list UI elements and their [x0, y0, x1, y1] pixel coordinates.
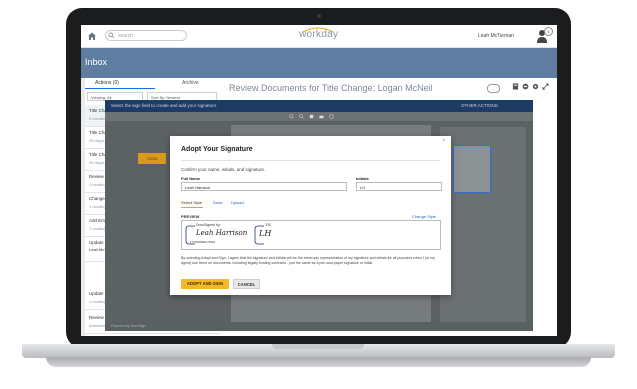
tab-draw[interactable]: Draw [213, 200, 222, 205]
modal-title: Adopt Your Signature [181, 146, 253, 153]
more-button[interactable]: ... [487, 84, 500, 93]
full-name-field[interactable]: Leah Harrison [181, 182, 347, 191]
page-title: Inbox [85, 57, 108, 67]
initials-label: Initials [356, 176, 369, 181]
viewer-toolbar [105, 112, 533, 121]
user-name[interactable]: Leah McTiernan [478, 33, 514, 39]
tab-upload[interactable]: Upload [231, 200, 244, 205]
close-icon[interactable]: × [442, 138, 446, 144]
powered-by: Powered by DocuSign [111, 324, 146, 328]
instruction-text: Select the sign field to create and add … [111, 103, 218, 108]
help-icon[interactable] [329, 114, 334, 119]
home-icon[interactable] [87, 31, 97, 41]
docusign-instruction-bar: Select the sign field to create and add … [105, 100, 533, 112]
search-input[interactable]: search [105, 30, 187, 41]
cancel-button[interactable]: CANCEL [233, 279, 260, 289]
legal-text: By selecting Adopt and Sign, I agree tha… [181, 256, 435, 265]
expand-icon[interactable] [542, 83, 549, 90]
full-name-label: Full Name [181, 176, 201, 181]
notification-badge[interactable]: 1 [544, 27, 553, 36]
ds-label: DS [266, 223, 271, 227]
preview-label: PREVIEW [181, 214, 200, 219]
other-actions-button[interactable]: OTHER ACTIONS [461, 103, 498, 108]
initials-script: LH [259, 229, 272, 238]
laptop-base-bottom [46, 357, 591, 367]
docusigned-by-label: DocuSigned by: [196, 223, 221, 227]
tab-actions[interactable]: Actions (0) [95, 80, 119, 86]
tab-select-style[interactable]: Select Style [181, 200, 202, 205]
print-icon[interactable] [319, 114, 324, 119]
page-thumbnail[interactable] [453, 145, 491, 193]
initials-field[interactable]: LH [356, 182, 442, 191]
download-icon[interactable] [309, 114, 314, 119]
adopt-and-sign-button[interactable]: ADOPT AND SIGN [181, 279, 229, 289]
zoom-out-icon[interactable] [299, 114, 304, 119]
laptop-notch [272, 344, 364, 349]
review-title: Review Documents for Title Change: Logan… [229, 83, 433, 93]
zoom-in-icon[interactable] [289, 114, 294, 119]
sign-tag[interactable]: SIGN [138, 153, 166, 164]
signature-script: Leah Harrison [196, 229, 248, 237]
modal-description: Confirm your name, initials, and signatu… [181, 167, 266, 172]
pdf-icon[interactable] [512, 83, 519, 90]
search-icon [108, 32, 115, 39]
app-header: search workday Leah McTiernan 1 [81, 25, 557, 48]
camera-icon [317, 14, 321, 18]
workday-logo: workday [299, 29, 339, 40]
active-tab-indicator [85, 88, 155, 89]
docusign-footer: Powered by DocuSign [105, 322, 533, 331]
gear-icon[interactable] [532, 83, 539, 90]
screen: search workday Leah McTiernan 1 Inbox Ac… [81, 25, 557, 336]
divider [181, 160, 440, 161]
change-style-link[interactable]: Change Style [412, 214, 436, 219]
active-tab-indicator [181, 207, 203, 208]
tab-archive[interactable]: Archive [182, 80, 199, 86]
adopt-signature-modal: × Adopt Your Signature Confirm your name… [170, 136, 451, 295]
inbox-band: Inbox [81, 48, 557, 78]
print-icon[interactable] [522, 83, 529, 90]
signature-hash: 17C6F8D6EF73946... [190, 240, 218, 244]
